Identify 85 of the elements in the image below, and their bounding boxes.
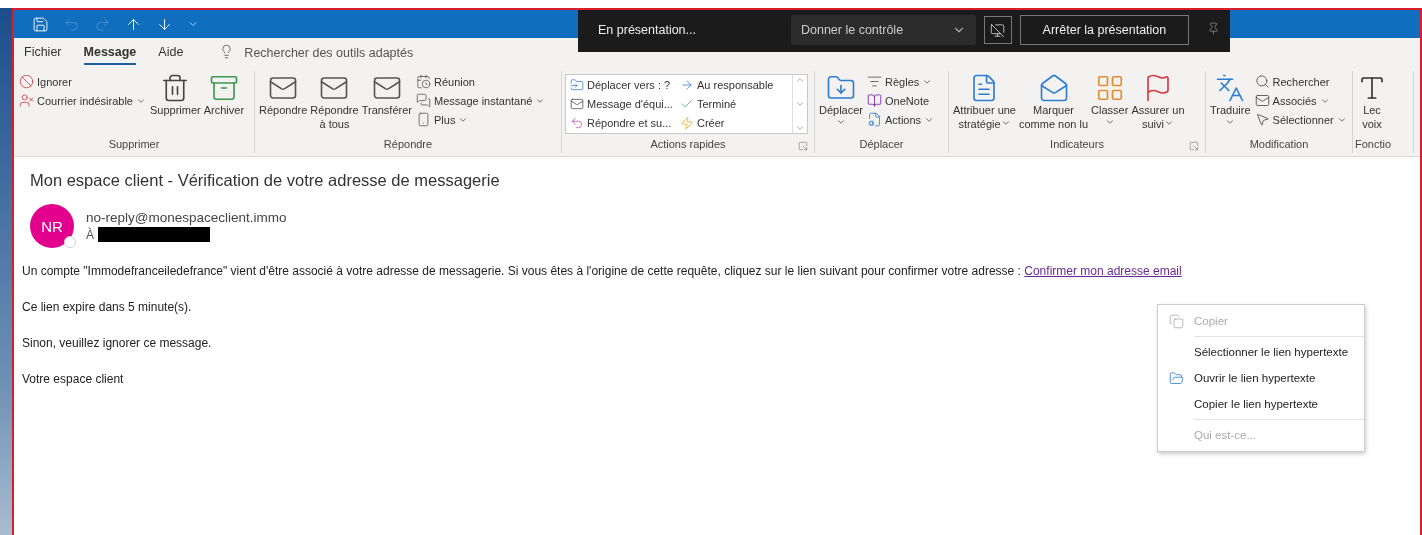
undo-icon xyxy=(63,15,80,33)
presentation-status: En présentation... xyxy=(598,23,697,37)
ignore-icon xyxy=(19,74,34,89)
ribbon-button[interactable]: Traduire xyxy=(1209,71,1252,129)
group-label: Déplacer xyxy=(858,138,905,152)
dialog-launcher-icon[interactable] xyxy=(798,141,808,151)
stop-presenting-button[interactable]: Arrêter la présentation xyxy=(1019,15,1189,45)
ribbon-button[interactable]: Ignorer xyxy=(17,73,148,90)
body-paragraph: Ce lien expire dans 5 minute(s). xyxy=(22,300,192,314)
lightning-icon xyxy=(680,115,694,130)
check-icon xyxy=(680,97,694,111)
ribbon-button[interactable]: Classer xyxy=(1090,71,1130,129)
quick-step[interactable]: Déplacer vers : ? xyxy=(568,76,678,95)
menu-item[interactable]: Sélectionner le lien hypertexte xyxy=(1158,339,1364,365)
confirm-link[interactable]: Confirmer mon adresse email xyxy=(1024,264,1182,278)
pointer-icon xyxy=(1254,112,1270,127)
group-label: Supprimer xyxy=(107,138,161,152)
menu-tab[interactable]: Fichier xyxy=(24,41,62,65)
ribbon-button[interactable]: Actions xyxy=(865,111,937,128)
ribbon-button[interactable]: Rechercher xyxy=(1252,73,1349,90)
menu-tab[interactable]: Message xyxy=(83,41,137,65)
reply-arrow-icon xyxy=(570,115,584,130)
sender-address: no-reply@monespaceclient.immo xyxy=(86,210,287,225)
redo-icon xyxy=(94,15,111,33)
ribbon-button[interactable]: OneNote xyxy=(865,92,937,109)
chat-icon xyxy=(416,93,431,108)
group-label: Répondre xyxy=(382,138,434,152)
quick-step[interactable]: Au responsable xyxy=(678,76,790,95)
ribbon-button[interactable]: Assurer un suivi xyxy=(1130,71,1186,133)
group-label: Fonctio xyxy=(1355,138,1393,152)
body-paragraph: Sinon, veuillez ignorer ce message. xyxy=(22,336,212,350)
envelope-icon xyxy=(570,97,584,111)
archive-box-icon xyxy=(208,73,239,103)
tell-me-search[interactable]: Rechercher des outils adaptés xyxy=(244,46,414,60)
calendar-icon xyxy=(416,74,431,89)
save-icon xyxy=(32,15,49,33)
quick-step[interactable]: Créer xyxy=(678,113,790,132)
scroll-down-icon[interactable] xyxy=(795,99,805,109)
person-blocked-icon xyxy=(19,93,34,108)
presence-icon xyxy=(64,236,76,248)
screen-off-button[interactable] xyxy=(984,16,1012,44)
ribbon-button[interactable]: Sélectionner xyxy=(1252,111,1349,128)
phone-icon xyxy=(416,112,431,127)
group-label: Indicateurs xyxy=(1049,138,1105,152)
body-paragraph: Votre espace client xyxy=(22,372,124,386)
menu-item[interactable]: Ouvrir le lien hypertexte xyxy=(1158,365,1364,391)
copy-icon xyxy=(1168,313,1184,329)
more-icon[interactable] xyxy=(795,123,805,133)
envelope-icon xyxy=(1038,73,1069,103)
to-label: À xyxy=(86,227,94,242)
quick-step[interactable]: Message d'équi... xyxy=(568,94,678,114)
folder-arrow-icon xyxy=(570,78,584,93)
ribbon-button[interactable]: Archiver xyxy=(202,71,246,119)
ribbon-button[interactable]: Répondre à tous xyxy=(309,71,360,133)
ribbon-button[interactable]: Courrier indésirable xyxy=(17,92,148,109)
ribbon-button[interactable]: Supprimer xyxy=(149,71,202,119)
screen-off-icon xyxy=(990,22,1006,38)
ribbon-button[interactable]: Attribuer une stratégie xyxy=(952,71,1017,133)
ribbon-button[interactable]: Lec voix xyxy=(1356,71,1388,133)
menu-tab[interactable]: Aide xyxy=(158,41,184,65)
ribbon-button[interactable]: Déplacer xyxy=(818,71,865,129)
ribbon-button[interactable]: Réunion xyxy=(414,73,548,90)
dialog-launcher-icon[interactable] xyxy=(1189,141,1199,151)
ribbon-button[interactable]: Règles xyxy=(865,73,937,90)
quick-step[interactable]: Terminé xyxy=(678,94,790,114)
ribbon-button[interactable]: Message instantané xyxy=(414,92,548,109)
ribbon-button[interactable]: Associés xyxy=(1252,92,1349,109)
group-label: Modification xyxy=(1248,138,1310,152)
message-subject: Mon espace client - Vérification de votre adresse de messagerie xyxy=(30,171,501,190)
give-control-dropdown[interactable]: Donner le contrôle xyxy=(790,15,976,45)
ribbon-button[interactable]: Marquer comme non lu xyxy=(1018,71,1090,133)
ribbon-button[interactable]: Répondre xyxy=(258,71,309,119)
menu-item[interactable]: Copier le lien hypertexte xyxy=(1158,391,1364,417)
notebook-icon xyxy=(867,93,883,108)
avatar: NR xyxy=(30,204,74,248)
pin-icon xyxy=(1207,22,1220,35)
group-label: Actions rapides xyxy=(649,138,727,152)
body-paragraph: Un compte "Immodefranceiledefrance" vient d'être associé à votre adresse de messagerie. Si vous êtes à l'origine de cette requête, cliquez sur le lien suivant pour confirmer votre adresse : Confirmer mon adresse email xyxy=(22,264,1182,278)
quick-step[interactable]: Répondre et su... xyxy=(568,113,678,132)
scroll-up-icon[interactable] xyxy=(795,75,805,85)
search-icon xyxy=(1254,74,1270,89)
envelope-icon xyxy=(1254,93,1270,108)
ribbon-button[interactable]: Transférer xyxy=(360,71,413,119)
ribbon-button[interactable]: Plus xyxy=(414,111,548,128)
translate-icon xyxy=(1215,73,1246,103)
